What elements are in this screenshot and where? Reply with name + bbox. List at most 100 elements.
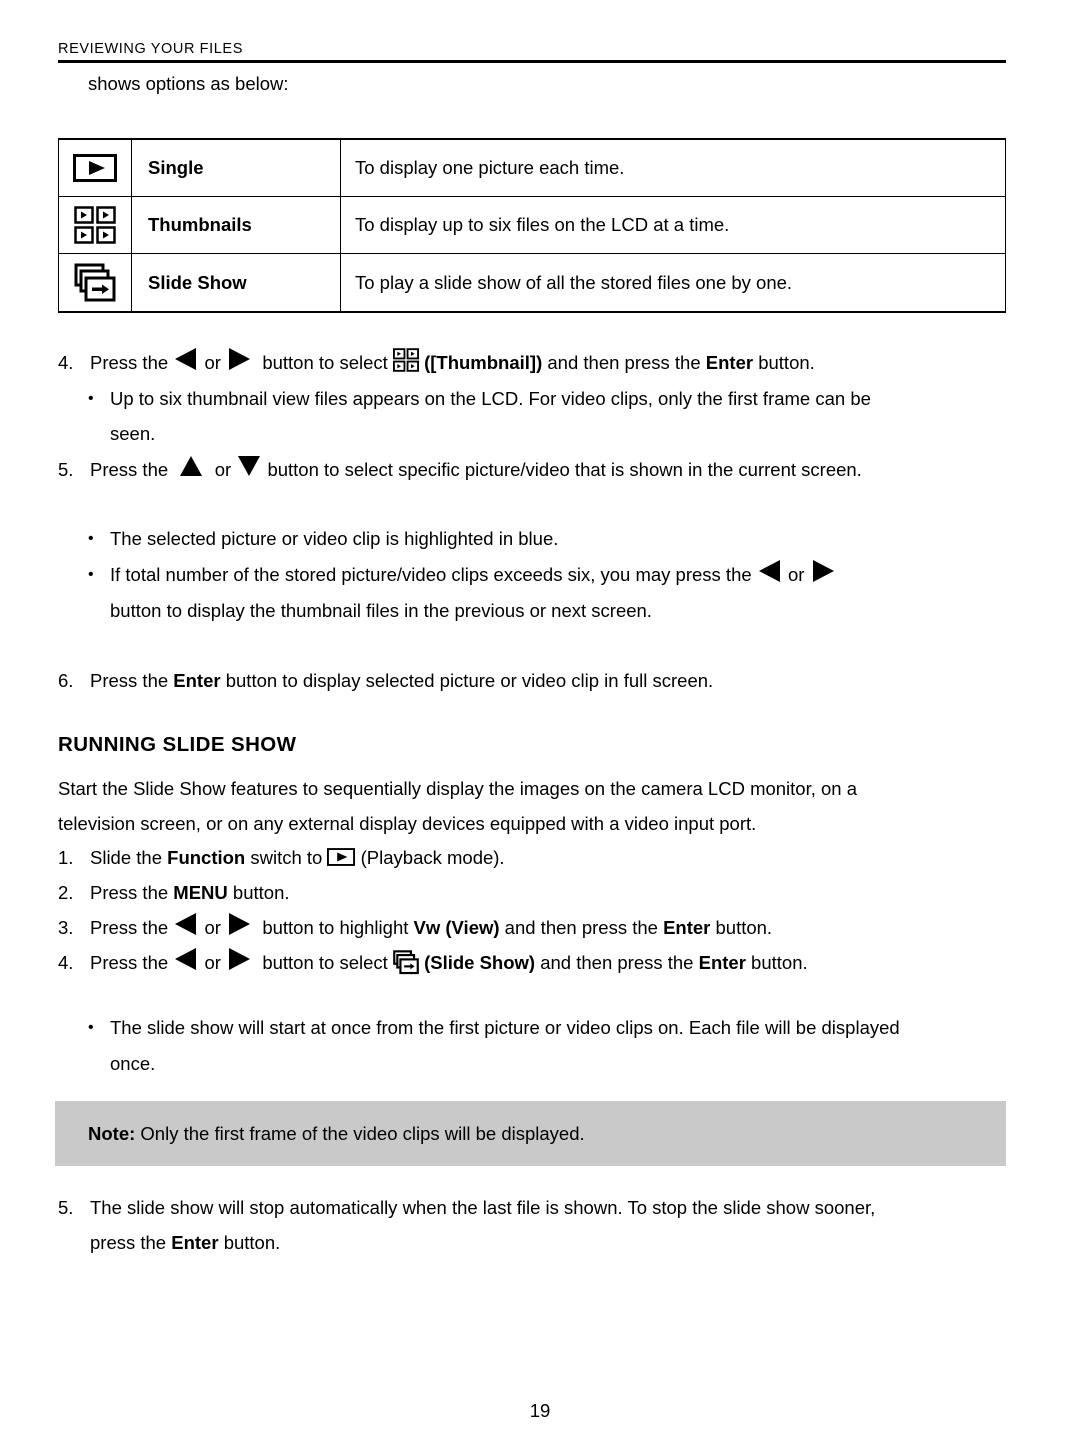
option-name: Single xyxy=(131,138,341,197)
step-text-part: Press the xyxy=(90,882,169,903)
slide-show-label: (Slide Show) xyxy=(424,952,536,973)
bullet-start-at-once-line2: once. xyxy=(110,1046,155,1081)
slide-show-intro-line2: television screen, or on any external di… xyxy=(58,806,1006,841)
step-text-part: button to display selected picture or vi… xyxy=(225,670,714,691)
step-number: 4. xyxy=(58,952,74,973)
table-cell-icon xyxy=(58,138,132,197)
step-text-part: Press the xyxy=(90,917,169,938)
slide-show-icon xyxy=(74,263,116,303)
step-number: 4. xyxy=(58,352,74,373)
step-6-fullscreen: 6. Press the Enter button to display sel… xyxy=(58,663,1006,698)
step-text-part: The slide show will stop automatically w… xyxy=(90,1197,876,1218)
slideshow-step-5-line2: press the Enter button. xyxy=(90,1225,280,1260)
bullet-dot: • xyxy=(88,1019,94,1036)
slideshow-step-1: 1. Slide the Function switch to (Playbac… xyxy=(58,840,1006,875)
page-header: REVIEWING YOUR FILES xyxy=(58,40,1006,63)
bullet-dot: • xyxy=(88,530,94,547)
function-label: Function xyxy=(167,847,246,868)
bullet-line: once. xyxy=(110,1053,156,1074)
right-triangle-icon xyxy=(810,559,836,583)
enter-label: Enter xyxy=(705,352,754,373)
step-text-part: button. xyxy=(751,952,808,973)
bullet-dot: • xyxy=(88,390,94,407)
option-description: To display one picture each time. xyxy=(340,138,1006,197)
bullet-thumbnail-count-line2: seen. xyxy=(110,416,155,451)
bullet-dot: • xyxy=(88,566,94,583)
page-number: 19 xyxy=(529,1400,551,1421)
step-text-part: button to select xyxy=(262,952,388,973)
bullet-exceeds-six-line2: button to display the thumbnail files in… xyxy=(110,593,652,628)
step-number: 5. xyxy=(58,459,74,480)
step-text-part: and then press the xyxy=(540,952,694,973)
step-text-part: and then press the xyxy=(547,352,701,373)
intro-line: shows options as below: xyxy=(88,73,289,94)
running-header-title: REVIEWING YOUR FILES xyxy=(58,41,243,57)
note-body: Only the first frame of the video clips … xyxy=(140,1123,585,1144)
right-triangle-icon xyxy=(226,947,252,971)
table-row: Thumbnails To display up to six files on… xyxy=(58,196,1006,254)
single-play-icon xyxy=(73,154,117,182)
step-text-part: button to highlight xyxy=(262,917,409,938)
step-text-part: (Playback mode). xyxy=(360,847,505,868)
slideshow-step-2: 2. Press the MENU button. xyxy=(58,875,1006,910)
enter-label: Enter xyxy=(663,917,711,938)
table-cell-icon xyxy=(58,196,132,254)
step-text-part: Slide the xyxy=(90,847,162,868)
bullet-line: button to display the thumbnail files in… xyxy=(110,600,652,621)
bullet-start-at-once: • The slide show will start at once from… xyxy=(88,1010,1018,1045)
step-text-part: button. xyxy=(715,917,773,938)
up-triangle-icon xyxy=(178,454,204,478)
step-text-or: or xyxy=(214,459,232,480)
paragraph-line: television screen, or on any external di… xyxy=(58,813,757,834)
step-5-select: 5. Press the or button to select specifi… xyxy=(58,452,1006,487)
option-description: To display up to six files on the LCD at… xyxy=(340,196,1006,254)
display-options-table: Single To display one picture each time. xyxy=(58,138,1006,313)
note-label: Note: xyxy=(88,1123,136,1144)
note-box: Note: Only the first frame of the video … xyxy=(55,1101,1006,1166)
header-rule xyxy=(58,60,1006,63)
step-number: 2. xyxy=(58,882,74,903)
option-description: To play a slide show of all the stored f… xyxy=(340,253,1006,313)
step-number: 6. xyxy=(58,670,74,691)
step-text-part: Press the xyxy=(90,352,169,373)
step-text-bold: ([Thumbnail]) xyxy=(424,352,543,373)
step-text-part: button. xyxy=(223,1232,281,1253)
step-number: 3. xyxy=(58,917,74,938)
slideshow-step-4: 4. Press the or button to select (Slide … xyxy=(58,945,1006,980)
step-text-part: button. xyxy=(232,882,290,903)
step-text-part: Press the xyxy=(90,670,169,691)
slide-show-intro-line1: Start the Slide Show features to sequent… xyxy=(58,771,1006,806)
bullet-line: Up to six thumbnail view files appears o… xyxy=(110,388,871,409)
table-row: Slide Show To play a slide show of all t… xyxy=(58,253,1006,313)
option-name: Thumbnails xyxy=(131,196,341,254)
step-text-part: button. xyxy=(758,352,815,373)
thumbnails-grid-icon xyxy=(392,348,419,372)
right-triangle-icon xyxy=(226,912,252,936)
left-triangle-icon xyxy=(757,559,783,583)
enter-label: Enter xyxy=(698,952,746,973)
table-row: Single To display one picture each time. xyxy=(58,138,1006,197)
step-number: 5. xyxy=(58,1197,74,1218)
step-text-part: and then press the xyxy=(504,917,658,938)
step-number: 1. xyxy=(58,847,74,868)
view-label: Vw (View) xyxy=(413,917,500,938)
menu-label: MENU xyxy=(173,882,228,903)
left-triangle-icon xyxy=(173,347,199,371)
bullet-line: If total number of the stored picture/vi… xyxy=(110,564,752,585)
slideshow-step-3: 3. Press the or button to highlight Vw (… xyxy=(58,910,1006,945)
enter-label: Enter xyxy=(173,670,221,691)
option-name: Slide Show xyxy=(131,253,341,313)
bullet-exceeds-six: • If total number of the stored picture/… xyxy=(88,557,1006,592)
down-triangle-icon xyxy=(236,454,262,478)
bullet-line: The slide show will start at once from t… xyxy=(110,1017,900,1038)
single-play-icon xyxy=(327,847,356,867)
paragraph-line: Start the Slide Show features to sequent… xyxy=(58,778,858,799)
bullet-thumbnail-count: • Up to six thumbnail view files appears… xyxy=(88,381,1006,416)
step-text-part: switch to xyxy=(250,847,323,868)
note-text-container: Note: Only the first frame of the video … xyxy=(88,1120,585,1148)
step-4-thumbnail: 4. Press the or button to select ([Thumb… xyxy=(58,345,1006,380)
step-text-part: Press the xyxy=(90,459,169,480)
bullet-text-or: or xyxy=(787,564,805,585)
step-text-or: or xyxy=(204,352,221,373)
bullet-line: seen. xyxy=(110,423,156,444)
